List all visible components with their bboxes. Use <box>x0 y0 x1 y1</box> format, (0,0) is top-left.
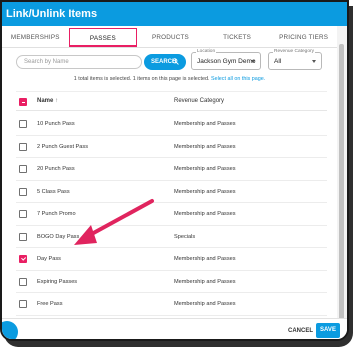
row-checkbox[interactable] <box>19 187 27 196</box>
row-category: Membership and Passes <box>174 188 236 195</box>
chevron-down-icon <box>251 60 255 63</box>
dialog-footer: CANCEL SAVE <box>2 318 347 339</box>
select-all-checkbox[interactable] <box>19 98 27 106</box>
row-category: Membership and Passes <box>174 143 236 150</box>
table-row[interactable]: BOGO Day Pass Specials <box>16 226 327 248</box>
selection-info: 1 total items is selected. 1 items on th… <box>2 76 337 82</box>
row-name: Expiring Passes <box>37 278 78 285</box>
search-input[interactable]: Search by Name <box>16 55 142 69</box>
row-name: 7 Punch Promo <box>37 211 76 217</box>
revenue-category-label: Revenue Category <box>273 49 315 54</box>
column-header-name[interactable]: Name ↑ <box>37 98 58 104</box>
tab-memberships[interactable]: MEMBERSHIPS <box>2 28 69 47</box>
row-checkbox[interactable] <box>19 210 27 218</box>
row-checkbox[interactable] <box>19 277 27 286</box>
row-category: Membership and Passes <box>174 166 236 172</box>
row-name: 10 Punch Pass <box>37 121 75 127</box>
row-checkbox[interactable] <box>19 232 27 241</box>
tab-tickets[interactable]: TICKETS <box>204 28 271 47</box>
scrollbar[interactable] <box>337 26 347 336</box>
row-category: Membership and Passes <box>174 301 236 307</box>
table-row[interactable]: Free Pass Membership and Passes <box>16 293 327 316</box>
row-name: Free Pass <box>37 301 63 307</box>
row-checkbox[interactable] <box>19 165 27 173</box>
location-select[interactable]: Location Jackson Gym Demo <box>191 49 261 70</box>
arrow-up-icon: ↑ <box>55 98 59 104</box>
tab-pricing-tiers[interactable]: PRICING TIERS <box>270 28 337 47</box>
column-header-category: Revenue Category <box>174 98 225 104</box>
select-all-link[interactable]: Select all on this page. <box>211 76 265 82</box>
table-row[interactable]: 20 Punch Pass Membership and Passes <box>16 158 327 181</box>
row-name: 20 Punch Pass <box>37 166 75 172</box>
row-name: 5 Class Pass <box>37 188 70 195</box>
row-category: Membership and Passes <box>174 211 236 217</box>
row-name: Day Pass <box>37 256 61 262</box>
row-name: BOGO Day Pass <box>37 233 80 240</box>
table-row[interactable]: 2 Punch Guest Pass Membership and Passes <box>16 136 327 158</box>
row-category: Membership and Passes <box>174 256 236 262</box>
row-category: Membership and Passes <box>174 278 236 285</box>
table-row[interactable]: 10 Punch Pass Membership and Passes <box>16 113 327 136</box>
table-row[interactable]: 5 Class Pass Membership and Passes <box>16 181 327 203</box>
column-name-label: Name <box>37 98 54 104</box>
search-icon <box>172 58 179 65</box>
scrollbar-thumb[interactable] <box>339 44 344 336</box>
row-category: Membership and Passes <box>174 121 236 127</box>
dialog-title: Link/Unlink Items <box>2 2 347 26</box>
table-header: Name ↑ Revenue Category <box>16 91 327 111</box>
location-label: Location <box>196 49 217 54</box>
save-button[interactable]: SAVE <box>316 323 340 338</box>
table-row[interactable]: Day Pass Membership and Passes <box>16 248 327 271</box>
row-checkbox[interactable] <box>19 300 27 308</box>
location-value: Jackson Gym Demo <box>197 58 256 65</box>
row-name: 2 Punch Guest Pass <box>37 143 88 150</box>
search-button[interactable]: SEARCH <box>144 54 186 70</box>
tab-passes[interactable]: PASSES <box>68 28 138 47</box>
chat-bubble-icon[interactable] <box>2 321 18 339</box>
row-checkbox[interactable] <box>19 255 27 263</box>
cancel-button[interactable]: CANCEL <box>288 328 313 334</box>
revenue-category-value: All <box>274 58 282 65</box>
row-category: Specials <box>174 233 196 240</box>
chevron-down-icon <box>312 60 316 63</box>
row-checkbox[interactable] <box>19 142 27 151</box>
tab-products[interactable]: PRODUCTS <box>137 28 204 47</box>
row-checkbox[interactable] <box>19 120 27 128</box>
revenue-category-select[interactable]: Revenue Category All <box>268 49 322 70</box>
table-row[interactable]: Expiring Passes Membership and Passes <box>16 271 327 293</box>
table-row[interactable]: 7 Punch Promo Membership and Passes <box>16 203 327 226</box>
selection-info-text: 1 total items is selected. 1 items on th… <box>73 76 210 82</box>
tab-bar: MEMBERSHIPS PASSES PRODUCTS TICKETS PRIC… <box>2 28 337 48</box>
link-unlink-dialog: Link/Unlink Items MEMBERSHIPS PASSES PRO… <box>0 0 349 341</box>
